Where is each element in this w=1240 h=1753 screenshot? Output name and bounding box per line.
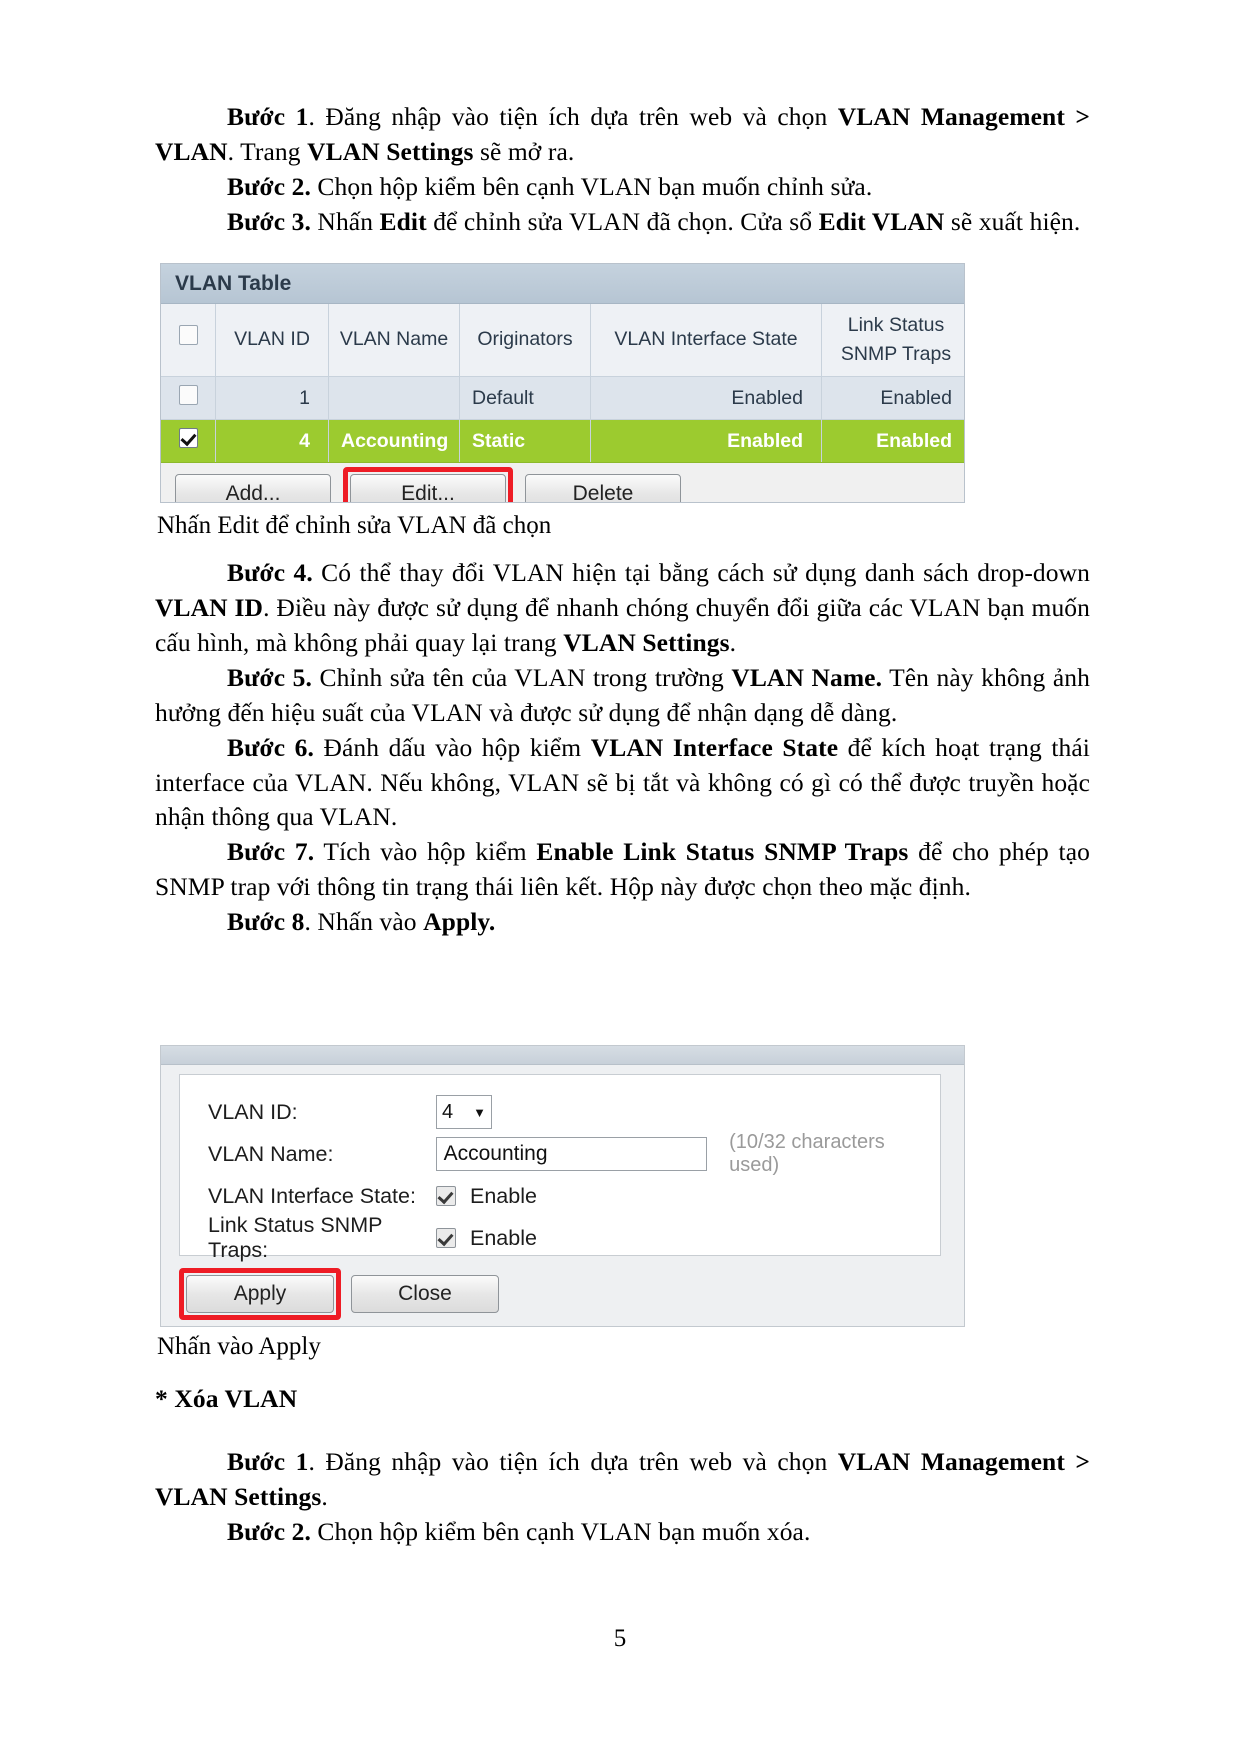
paragraph-step2: Bước 2. Chọn hộp kiểm bên cạnh VLAN bạn … bbox=[155, 170, 1090, 205]
column-header-originators[interactable]: Originators bbox=[459, 304, 591, 377]
vlan-id-selected-value: 4 bbox=[442, 1100, 454, 1123]
link-status-snmp-traps-label: Link Status SNMP Traps: bbox=[208, 1213, 383, 1262]
vlan-table-action-bar: Add... Edit... Delete bbox=[161, 463, 964, 502]
vlan-table-screenshot: VLAN Table VLAN ID VLAN Name Originators… bbox=[160, 263, 965, 503]
cell-interface-state: Enabled bbox=[590, 376, 822, 420]
cell-link-status-snmp-traps: Enabled bbox=[821, 419, 964, 463]
column-header-vlan-name[interactable]: VLAN Name bbox=[328, 304, 460, 377]
row-checkbox[interactable] bbox=[178, 428, 198, 448]
vlan-table-title: VLAN Table bbox=[175, 271, 292, 295]
paragraph-delete-step1: Bước 1. Đăng nhập vào tiện ích dựa trên … bbox=[155, 1445, 1090, 1515]
column-header-vlan-id[interactable]: VLAN ID bbox=[215, 304, 329, 377]
table-row[interactable]: 1 Default Enabled Enabled bbox=[161, 376, 964, 420]
vlan-name-label: VLAN Name: bbox=[208, 1141, 334, 1166]
delete-step2-runs: Bước 2. Chọn hộp kiểm bên cạnh VLAN bạn … bbox=[227, 1516, 811, 1546]
vlan-table-grid: VLAN ID VLAN Name Originators VLAN Inter… bbox=[161, 304, 964, 463]
close-button[interactable]: Close bbox=[351, 1275, 499, 1313]
vlan-interface-state-checkbox[interactable] bbox=[436, 1186, 456, 1206]
vlan-table-panel-header: VLAN Table bbox=[161, 264, 964, 304]
step5-runs: Bước 5. Chỉnh sửa tên của VLAN trong trư… bbox=[155, 662, 1090, 727]
dialog-top-strip bbox=[161, 1046, 964, 1065]
delete-step1-runs: Bước 1. Đăng nhập vào tiện ích dựa trên … bbox=[155, 1446, 1090, 1511]
vlan-id-label: VLAN ID: bbox=[208, 1099, 298, 1124]
chevron-down-icon: ▼ bbox=[473, 1104, 486, 1120]
cell-originators: Static bbox=[459, 419, 591, 463]
vlan-name-value: Accounting bbox=[443, 1142, 548, 1165]
step1-runs: Bước 1. Đăng nhập vào tiện ích dựa trên … bbox=[155, 102, 1090, 166]
steps-4-8-block: Bước 4. Có thể thay đổi VLAN hiện tại bằ… bbox=[155, 556, 1090, 940]
column-header-link-status-line1: Link Status bbox=[847, 313, 945, 336]
cell-vlan-name: Accounting bbox=[328, 419, 460, 463]
row-select-cell bbox=[161, 419, 216, 463]
field-row-link-status-snmp-traps: Link Status SNMP Traps: Enable bbox=[208, 1213, 940, 1262]
vlan-table-header-row: VLAN ID VLAN Name Originators VLAN Inter… bbox=[161, 304, 964, 377]
select-all-header-cell bbox=[161, 304, 216, 377]
row-select-cell bbox=[161, 376, 216, 420]
field-row-vlan-id: VLAN ID: 4 ▼ bbox=[208, 1091, 940, 1133]
field-row-vlan-interface-state: VLAN Interface State: Enable bbox=[208, 1175, 940, 1217]
cell-link-status-snmp-traps: Enabled bbox=[821, 376, 964, 420]
cell-vlan-id: 4 bbox=[215, 419, 329, 463]
edit-button[interactable]: Edit... bbox=[350, 474, 506, 502]
vlan-name-character-counter: (10/32 characters used) bbox=[729, 1131, 885, 1176]
document-page: Bước 1. Đăng nhập vào tiện ích dựa trên … bbox=[0, 0, 1240, 1753]
paragraph-step5: Bước 5. Chỉnh sửa tên của VLAN trong trư… bbox=[155, 661, 1090, 731]
select-all-checkbox[interactable] bbox=[178, 325, 198, 346]
add-button[interactable]: Add... bbox=[175, 474, 331, 502]
paragraph-step3: Bước 3. Nhấn Edit để chỉnh sửa VLAN đã c… bbox=[155, 205, 1090, 240]
link-status-snmp-traps-enable-label: Enable bbox=[470, 1225, 537, 1250]
page-number: 5 bbox=[613, 1625, 627, 1652]
step2-runs: Bước 2. Chọn hộp kiểm bên cạnh VLAN bạn … bbox=[227, 171, 873, 201]
link-status-snmp-traps-checkbox[interactable] bbox=[436, 1228, 456, 1248]
column-header-vlan-interface-state[interactable]: VLAN Interface State bbox=[590, 304, 822, 377]
table-row[interactable]: 4 Accounting Static Enabled Enabled bbox=[161, 419, 964, 463]
paragraph-step4: Bước 4. Có thể thay đổi VLAN hiện tại bằ… bbox=[155, 556, 1090, 661]
paragraph-step6: Bước 6. Đánh dấu vào hộp kiểm VLAN Inter… bbox=[155, 731, 1090, 836]
paragraph-step8: Bước 8. Nhấn vào Apply. bbox=[155, 905, 1090, 940]
paragraph-step7: Bước 7. Tích vào hộp kiểm Enable Link St… bbox=[155, 835, 1090, 905]
edit-button-highlight: Edit... bbox=[343, 467, 513, 502]
delete-vlan-block: * Xóa VLAN Bước 1. Đăng nhập vào tiện íc… bbox=[155, 1382, 1090, 1550]
paragraph-delete-step2: Bước 2. Chọn hộp kiểm bên cạnh VLAN bạn … bbox=[155, 1515, 1090, 1550]
field-row-vlan-name: VLAN Name: Accounting (10/32 characters … bbox=[208, 1131, 940, 1176]
step3-runs: Bước 3. Nhấn Edit để chỉnh sửa VLAN đã c… bbox=[227, 206, 1081, 236]
step6-runs: Bước 6. Đánh dấu vào hộp kiểm VLAN Inter… bbox=[155, 732, 1090, 832]
vlan-interface-state-enable-label: Enable bbox=[470, 1183, 537, 1208]
delete-button[interactable]: Delete bbox=[525, 474, 681, 502]
paragraph-delete-heading: * Xóa VLAN bbox=[155, 1382, 1090, 1417]
intro-steps-block: Bước 1. Đăng nhập vào tiện ích dựa trên … bbox=[155, 100, 1090, 240]
caption-edit-vlan: Nhấn vào Apply bbox=[157, 1333, 321, 1360]
vlan-id-select[interactable]: 4 ▼ bbox=[436, 1095, 492, 1129]
column-header-link-status-line2: SNMP Traps bbox=[840, 343, 952, 365]
caption-vlan-table: Nhấn Edit để chỉnh sửa VLAN đã chọn bbox=[157, 512, 552, 539]
paragraph-step1: Bước 1. Đăng nhập vào tiện ích dựa trên … bbox=[155, 100, 1090, 170]
cell-interface-state: Enabled bbox=[590, 419, 822, 463]
vlan-interface-state-label: VLAN Interface State: bbox=[208, 1183, 416, 1208]
cell-vlan-name bbox=[328, 376, 460, 420]
apply-button-highlight: Apply bbox=[179, 1268, 341, 1320]
step8-runs: Bước 8. Nhấn vào Apply. bbox=[227, 907, 496, 937]
edit-vlan-form-panel: VLAN ID: 4 ▼ VLAN Name: Accounting (10/3… bbox=[179, 1074, 941, 1262]
step7-runs: Bước 7. Tích vào hộp kiểm Enable Link St… bbox=[155, 837, 1090, 902]
apply-button[interactable]: Apply bbox=[186, 1275, 334, 1313]
cell-vlan-id: 1 bbox=[215, 376, 329, 420]
row-checkbox[interactable] bbox=[178, 385, 198, 405]
edit-vlan-action-bar: Apply Close bbox=[179, 1268, 499, 1320]
vlan-name-input[interactable]: Accounting bbox=[435, 1137, 708, 1171]
edit-vlan-screenshot: VLAN ID: 4 ▼ VLAN Name: Accounting (10/3… bbox=[160, 1045, 965, 1327]
step4-runs: Bước 4. Có thể thay đổi VLAN hiện tại bằ… bbox=[155, 558, 1090, 657]
column-header-link-status-snmp-traps[interactable]: Link Status SNMP Traps bbox=[821, 304, 964, 377]
cell-originators: Default bbox=[459, 376, 591, 420]
delete-heading-runs: * Xóa VLAN bbox=[155, 1384, 298, 1413]
